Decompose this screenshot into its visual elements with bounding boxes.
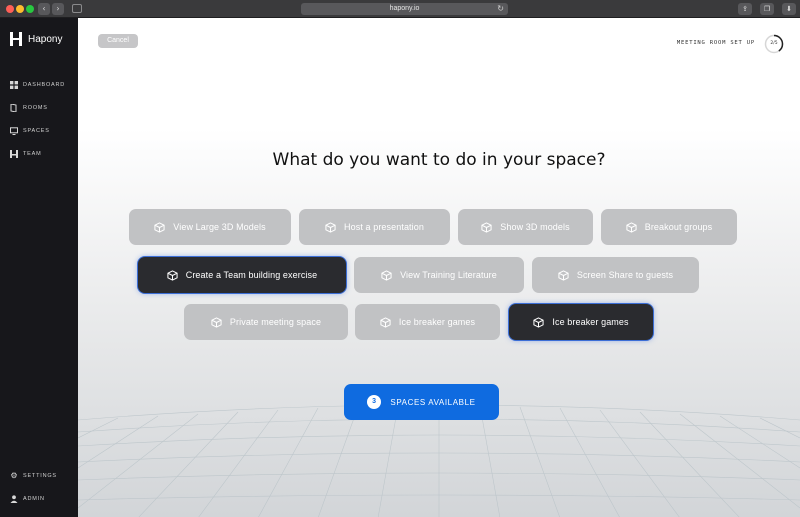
page-question: What do you want to do in your space? — [272, 150, 606, 170]
spaces-count-badge: 3 — [367, 395, 382, 409]
sidebar-item-label: TEAM — [23, 150, 42, 157]
option-button[interactable]: View Large 3D Models — [129, 209, 291, 245]
option-button[interactable]: Host a presentation — [299, 209, 450, 245]
option-button[interactable]: View Training Literature — [354, 257, 524, 293]
browser-toolbar: ‹ › hapony.io ↻ ⇪ ❐ ⬇ — [0, 0, 800, 18]
option-button[interactable]: Private meeting space — [184, 304, 348, 340]
monitor-icon — [10, 126, 18, 135]
setup-progress-ring: 2/5 — [764, 34, 784, 54]
option-label: Ice breaker games — [398, 317, 476, 327]
cube-icon — [154, 221, 165, 233]
spaces-available-button[interactable]: 3 SPACES AVAILABLE — [344, 384, 499, 420]
brand-logo[interactable]: Hapony — [10, 32, 62, 46]
sidebar-item-label: DASHBOARD — [23, 81, 66, 88]
option-label: Host a presentation — [344, 222, 424, 232]
sidebar-item-team[interactable]: TEAM — [10, 142, 65, 165]
cube-icon — [533, 316, 544, 328]
option-button[interactable]: Breakout groups — [601, 209, 737, 245]
cube-icon — [167, 269, 178, 281]
sidebar-item-dashboard[interactable]: DASHBOARD — [10, 73, 65, 96]
option-label: View Training Literature — [400, 270, 497, 280]
option-label: Screen Share to guests — [576, 270, 674, 280]
option-button[interactable]: Show 3D models — [458, 209, 593, 245]
sidebar-item-label: ADMIN — [23, 495, 45, 502]
maximize-window-button[interactable] — [26, 5, 34, 13]
gear-icon: ⚙ — [10, 470, 18, 480]
option-label: Ice breaker games — [552, 317, 629, 327]
progress-text: 2/5 — [770, 41, 778, 46]
cube-icon — [626, 221, 637, 233]
option-button-selected[interactable]: Create a Team building exercise — [138, 257, 346, 293]
forward-icon[interactable]: › — [52, 3, 64, 15]
user-icon — [10, 494, 18, 503]
sidebar-item-admin[interactable]: ADMIN — [10, 487, 57, 510]
sidebar-item-spaces[interactable]: SPACES — [10, 119, 65, 142]
spaces-available-label: SPACES AVAILABLE — [390, 397, 476, 407]
url-text: hapony.io — [389, 5, 420, 12]
setup-step-label: MEETING ROOM SET UP — [676, 40, 755, 46]
sidebar-item-label: SPACES — [23, 127, 50, 134]
cube-icon — [381, 269, 392, 281]
hapony-logo-icon — [10, 32, 22, 46]
option-button[interactable]: Ice breaker games — [355, 304, 500, 340]
address-bar[interactable]: hapony.io ↻ — [301, 3, 508, 15]
cube-icon — [558, 269, 569, 281]
team-icon — [10, 149, 18, 158]
main-content: Cancel MEETING ROOM SET UP 2/5 What do y… — [78, 18, 800, 517]
brand-name: Hapony — [28, 33, 63, 45]
cube-icon — [481, 221, 492, 233]
reload-icon[interactable]: ↻ — [497, 3, 504, 15]
downloads-icon[interactable]: ⬇ — [782, 3, 796, 15]
tabs-icon[interactable]: ❐ — [760, 3, 774, 15]
option-button[interactable]: Screen Share to guests — [532, 257, 699, 293]
option-label: View Large 3D Models — [173, 222, 266, 232]
option-label: Breakout groups — [644, 222, 713, 232]
sidebar-nav: DASHBOARD ROOMS SPACES TEAM — [10, 73, 65, 165]
cube-icon — [211, 316, 222, 328]
sidebar-item-rooms[interactable]: ROOMS — [10, 96, 65, 119]
minimize-window-button[interactable] — [16, 5, 24, 13]
sidebar-bottom-nav: ⚙ SETTINGS ADMIN — [10, 464, 57, 510]
option-button-selected[interactable]: Ice breaker games — [509, 304, 653, 340]
sidebar-toggle-icon[interactable] — [72, 4, 82, 13]
sidebar-item-settings[interactable]: ⚙ SETTINGS — [10, 464, 57, 487]
option-label: Create a Team building exercise — [185, 270, 318, 280]
option-label: Private meeting space — [229, 317, 322, 327]
option-label: Show 3D models — [500, 222, 570, 232]
share-icon[interactable]: ⇪ — [738, 3, 752, 15]
sidebar-item-label: ROOMS — [23, 104, 48, 111]
sidebar: Hapony DASHBOARD ROOMS SPACES TEAM ⚙ SET… — [0, 18, 78, 517]
sidebar-item-label: SETTINGS — [23, 472, 57, 479]
close-window-button[interactable] — [6, 5, 14, 13]
grid-icon — [10, 80, 18, 89]
cancel-button[interactable]: Cancel — [98, 34, 138, 48]
door-icon — [10, 102, 18, 113]
cube-icon — [380, 316, 391, 328]
cube-icon — [325, 221, 336, 233]
back-icon[interactable]: ‹ — [38, 3, 50, 15]
